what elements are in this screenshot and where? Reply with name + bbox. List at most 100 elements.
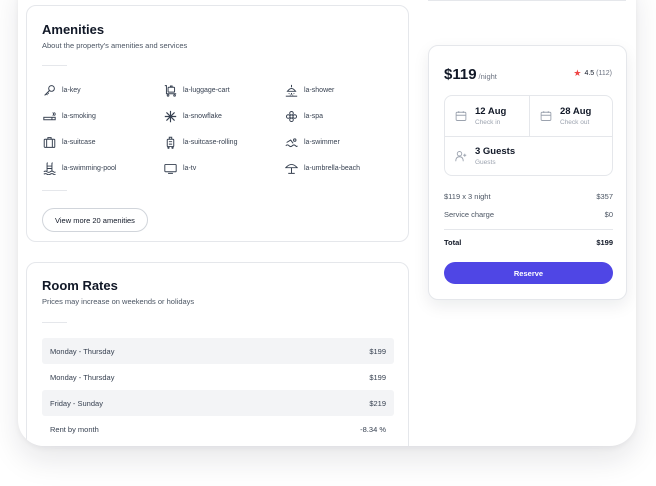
check-out-field[interactable]: 28 Aug Check out bbox=[540, 106, 591, 128]
umbrella-beach-icon bbox=[284, 161, 298, 175]
total-label: Total bbox=[444, 238, 462, 247]
rate-period: Friday - Sunday bbox=[50, 398, 103, 408]
amenities-grid: la-key la-luggage-cart la-shower la-smok… bbox=[42, 82, 402, 186]
amenities-subtitle: About the property's amenities and servi… bbox=[42, 41, 188, 50]
check-in-date: 12 Aug bbox=[475, 106, 507, 117]
swimmer-icon bbox=[284, 135, 298, 149]
table-row: Rent by month -8.34 % bbox=[42, 416, 394, 442]
guests-divider bbox=[445, 136, 612, 137]
amenities-title: Amenities bbox=[42, 22, 105, 37]
page-frame: Amenities About the property's amenities… bbox=[18, 0, 636, 446]
amenity-label: la-umbrella-beach bbox=[304, 164, 361, 172]
table-row: Monday - Thursday $199 bbox=[42, 364, 394, 390]
swimming-pool-icon bbox=[42, 161, 56, 175]
booking-widget: $119/night ★ 4.5 (112) 12 Aug Check in 2… bbox=[428, 45, 627, 300]
amenities-row: la-key la-luggage-cart la-shower bbox=[42, 82, 402, 108]
line-value: $357 bbox=[596, 192, 613, 201]
amenity-item: la-suitcase bbox=[42, 134, 95, 150]
price-unit: /night bbox=[478, 72, 497, 81]
amenity-label: la-shower bbox=[304, 86, 335, 94]
key-icon bbox=[42, 83, 56, 97]
rate-period: Monday - Thursday bbox=[50, 372, 115, 382]
smoking-icon bbox=[42, 109, 56, 123]
amenity-item: la-umbrella-beach bbox=[284, 160, 360, 176]
tv-icon bbox=[163, 161, 177, 175]
line-value: $0 bbox=[604, 210, 613, 219]
amenity-item: la-shower bbox=[284, 82, 334, 98]
check-in-field[interactable]: 12 Aug Check in bbox=[455, 106, 506, 128]
shower-icon bbox=[284, 83, 298, 97]
amenity-item: la-spa bbox=[284, 108, 323, 124]
total-value: $199 bbox=[596, 238, 613, 247]
table-row: Friday - Sunday $219 bbox=[42, 390, 394, 416]
rating-count: (112) bbox=[596, 70, 612, 77]
guests-label: Guests bbox=[475, 159, 496, 166]
room-rates-subtitle: Prices may increase on weekends or holid… bbox=[42, 297, 195, 306]
amenity-label: la-luggage-cart bbox=[183, 86, 230, 94]
rate-price: $199 bbox=[369, 346, 386, 356]
line-label: Service charge bbox=[444, 210, 495, 219]
rate-price: -8.34 % bbox=[360, 424, 386, 434]
amenity-label: la-snowflake bbox=[183, 112, 222, 120]
room-rates-divider bbox=[42, 322, 67, 323]
amenity-label: la-suitcase-rolling bbox=[183, 138, 238, 146]
spa-icon bbox=[284, 109, 298, 123]
line-label: $119 x 3 night bbox=[444, 192, 491, 201]
amenities-row: la-swimming-pool la-tv la-umbrella-beach bbox=[42, 160, 402, 186]
total-divider bbox=[444, 229, 613, 230]
top-divider bbox=[428, 0, 626, 1]
calendar-icon bbox=[455, 109, 469, 123]
guests-count: 3 Guests bbox=[475, 146, 516, 157]
room-rates-card: Room Rates Prices may increase on weeken… bbox=[26, 262, 409, 446]
rate-price: $199 bbox=[369, 372, 386, 382]
suitcase-icon bbox=[42, 135, 56, 149]
rate-period: Rent by month bbox=[50, 424, 99, 434]
amenity-label: la-swimming-pool bbox=[62, 164, 117, 172]
nightly-price: $119/night bbox=[444, 66, 497, 83]
amenities-row: la-smoking la-snowflake la-spa bbox=[42, 108, 402, 134]
table-row: Monday - Thursday $199 bbox=[42, 338, 394, 364]
amenity-label: la-key bbox=[62, 86, 81, 94]
reserve-button[interactable]: Reserve bbox=[444, 262, 613, 284]
amenities-card: Amenities About the property's amenities… bbox=[26, 5, 409, 242]
amenity-label: la-tv bbox=[183, 164, 197, 172]
calendar-icon bbox=[540, 109, 554, 123]
check-out-label: Check out bbox=[560, 119, 590, 126]
amenity-item: la-tv bbox=[163, 160, 196, 176]
amenity-label: la-suitcase bbox=[62, 138, 96, 146]
price-line-nights: $119 x 3 night $357 bbox=[444, 192, 613, 201]
dates-guests-box: 12 Aug Check in 28 Aug Check out 3 Guest… bbox=[444, 95, 613, 176]
check-out-date: 28 Aug bbox=[560, 106, 592, 117]
amenity-label: la-smoking bbox=[62, 112, 96, 120]
amenity-item: la-suitcase-rolling bbox=[163, 134, 237, 150]
amenities-bottom-divider bbox=[42, 190, 67, 191]
rate-price: $219 bbox=[369, 398, 386, 408]
rate-period: Monday - Thursday bbox=[50, 346, 115, 356]
total-line: Total $199 bbox=[444, 238, 613, 247]
guests-field[interactable]: 3 Guests Guests bbox=[455, 146, 515, 168]
view-more-amenities-button[interactable]: View more 20 amenities bbox=[42, 208, 148, 232]
room-rates-title: Room Rates bbox=[42, 278, 118, 293]
user-plus-icon bbox=[455, 149, 469, 163]
luggage-cart-icon bbox=[163, 83, 177, 97]
amenity-item: la-swimmer bbox=[284, 134, 340, 150]
dates-divider bbox=[529, 96, 530, 136]
room-rates-table: Monday - Thursday $199 Monday - Thursday… bbox=[42, 338, 394, 442]
amenities-row: la-suitcase la-suitcase-rolling la-swimm… bbox=[42, 134, 402, 160]
check-in-label: Check in bbox=[475, 119, 501, 126]
amenities-divider bbox=[42, 65, 67, 66]
price-value: $119 bbox=[444, 66, 477, 83]
rating: ★ 4.5 (112) bbox=[573, 68, 612, 79]
amenity-item: la-smoking bbox=[42, 108, 96, 124]
amenity-item: la-key bbox=[42, 82, 81, 98]
amenity-item: la-luggage-cart bbox=[163, 82, 230, 98]
amenity-label: la-swimmer bbox=[304, 138, 340, 146]
price-line-service: Service charge $0 bbox=[444, 210, 613, 219]
snowflake-icon bbox=[163, 109, 177, 123]
amenity-label: la-spa bbox=[304, 112, 324, 120]
rating-value: 4.5 bbox=[584, 70, 595, 77]
amenity-item: la-snowflake bbox=[163, 108, 222, 124]
suitcase-rolling-icon bbox=[163, 135, 177, 149]
amenity-item: la-swimming-pool bbox=[42, 160, 116, 176]
star-icon: ★ bbox=[573, 68, 582, 78]
